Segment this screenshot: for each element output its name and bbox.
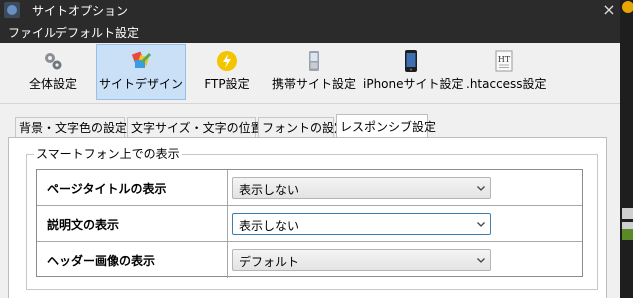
iphone-icon xyxy=(405,50,417,72)
gears-icon xyxy=(45,53,62,70)
title-bar: サイトオプション × xyxy=(0,0,633,20)
toolbar-button-htaccess[interactable]: HT .htaccess設定 xyxy=(465,44,547,100)
toolbar-button-ftp[interactable]: FTP設定 xyxy=(196,44,258,100)
toolbar-button-site-design[interactable]: サイトデザイン xyxy=(96,44,186,100)
background-window-edge xyxy=(620,0,633,298)
toolbar-button-iphone[interactable]: iPhoneサイト設定 xyxy=(362,44,464,100)
tab-font-settings[interactable]: フォントの設定 xyxy=(258,117,346,137)
toolbar-label: 携帯サイト設定 xyxy=(271,77,356,91)
row-label-header-image: ヘッダー画像の表示 xyxy=(47,254,156,268)
window-title: サイトオプション xyxy=(32,4,129,18)
toolbar-label: サイトデザイン xyxy=(98,77,183,91)
toolbar: 全体設定 サイトデザイン FTP設定 携帯サイト設定 iPhoneサイト設定 H… xyxy=(0,43,620,104)
toolbar-label: FTP設定 xyxy=(204,77,250,91)
toolbar-label: 全体設定 xyxy=(28,77,77,91)
chevron-down-icon xyxy=(477,186,485,191)
app-icon xyxy=(4,2,20,18)
menu-item-file[interactable]: ファイル xyxy=(8,24,56,41)
menu-item-default-settings[interactable]: デフォルト設定 xyxy=(55,24,139,41)
select-value: 表示しない xyxy=(239,183,300,197)
table-row: ページタイトルの表示 表示しない xyxy=(37,170,582,206)
table-row: ヘッダー画像の表示 デフォルト xyxy=(37,242,582,278)
tab-background-color[interactable]: 背景・文字色の設定 xyxy=(15,117,127,137)
row-label-page-title: ページタイトルの表示 xyxy=(47,182,167,196)
menu-bar: ファイル デフォルト設定 xyxy=(0,20,620,43)
chevron-down-icon xyxy=(477,258,485,263)
mobile-phone-icon xyxy=(309,51,319,71)
tab-responsive-settings[interactable]: レスポンシブ設定 xyxy=(336,114,436,138)
background-chip-icon xyxy=(622,229,633,240)
toolbar-button-general[interactable]: 全体設定 xyxy=(18,44,88,100)
background-chip-icon xyxy=(622,208,633,219)
htaccess-document-icon: HT xyxy=(495,50,513,72)
toolbar-label: iPhoneサイト設定 xyxy=(363,77,464,91)
close-button[interactable]: × xyxy=(602,0,616,20)
chevron-down-icon xyxy=(477,222,485,227)
table-row: 説明文の表示 表示しない xyxy=(37,206,582,242)
header-image-display-select[interactable]: デフォルト xyxy=(232,249,491,271)
description-display-select[interactable]: 表示しない xyxy=(232,213,491,235)
select-value: 表示しない xyxy=(239,219,300,233)
toolbar-button-mobile[interactable]: 携帯サイト設定 xyxy=(270,44,358,100)
group-legend: スマートフォン上での表示 xyxy=(34,145,182,162)
page-title-display-select[interactable]: 表示しない xyxy=(232,177,491,199)
tab-text-size-position[interactable]: 文字サイズ・文字の位置 xyxy=(127,117,263,137)
select-value: デフォルト xyxy=(239,255,300,269)
background-orb-icon xyxy=(622,1,633,13)
svg-text:HT: HT xyxy=(498,55,511,64)
toolbar-label: .htaccess設定 xyxy=(466,77,547,91)
row-label-description: 説明文の表示 xyxy=(47,218,120,232)
ftp-lightning-icon xyxy=(217,51,237,71)
settings-table: ページタイトルの表示 表示しない 説明文の表示 表示しない ヘッダー画像の表示 … xyxy=(36,169,583,278)
design-palette-icon xyxy=(131,51,152,68)
